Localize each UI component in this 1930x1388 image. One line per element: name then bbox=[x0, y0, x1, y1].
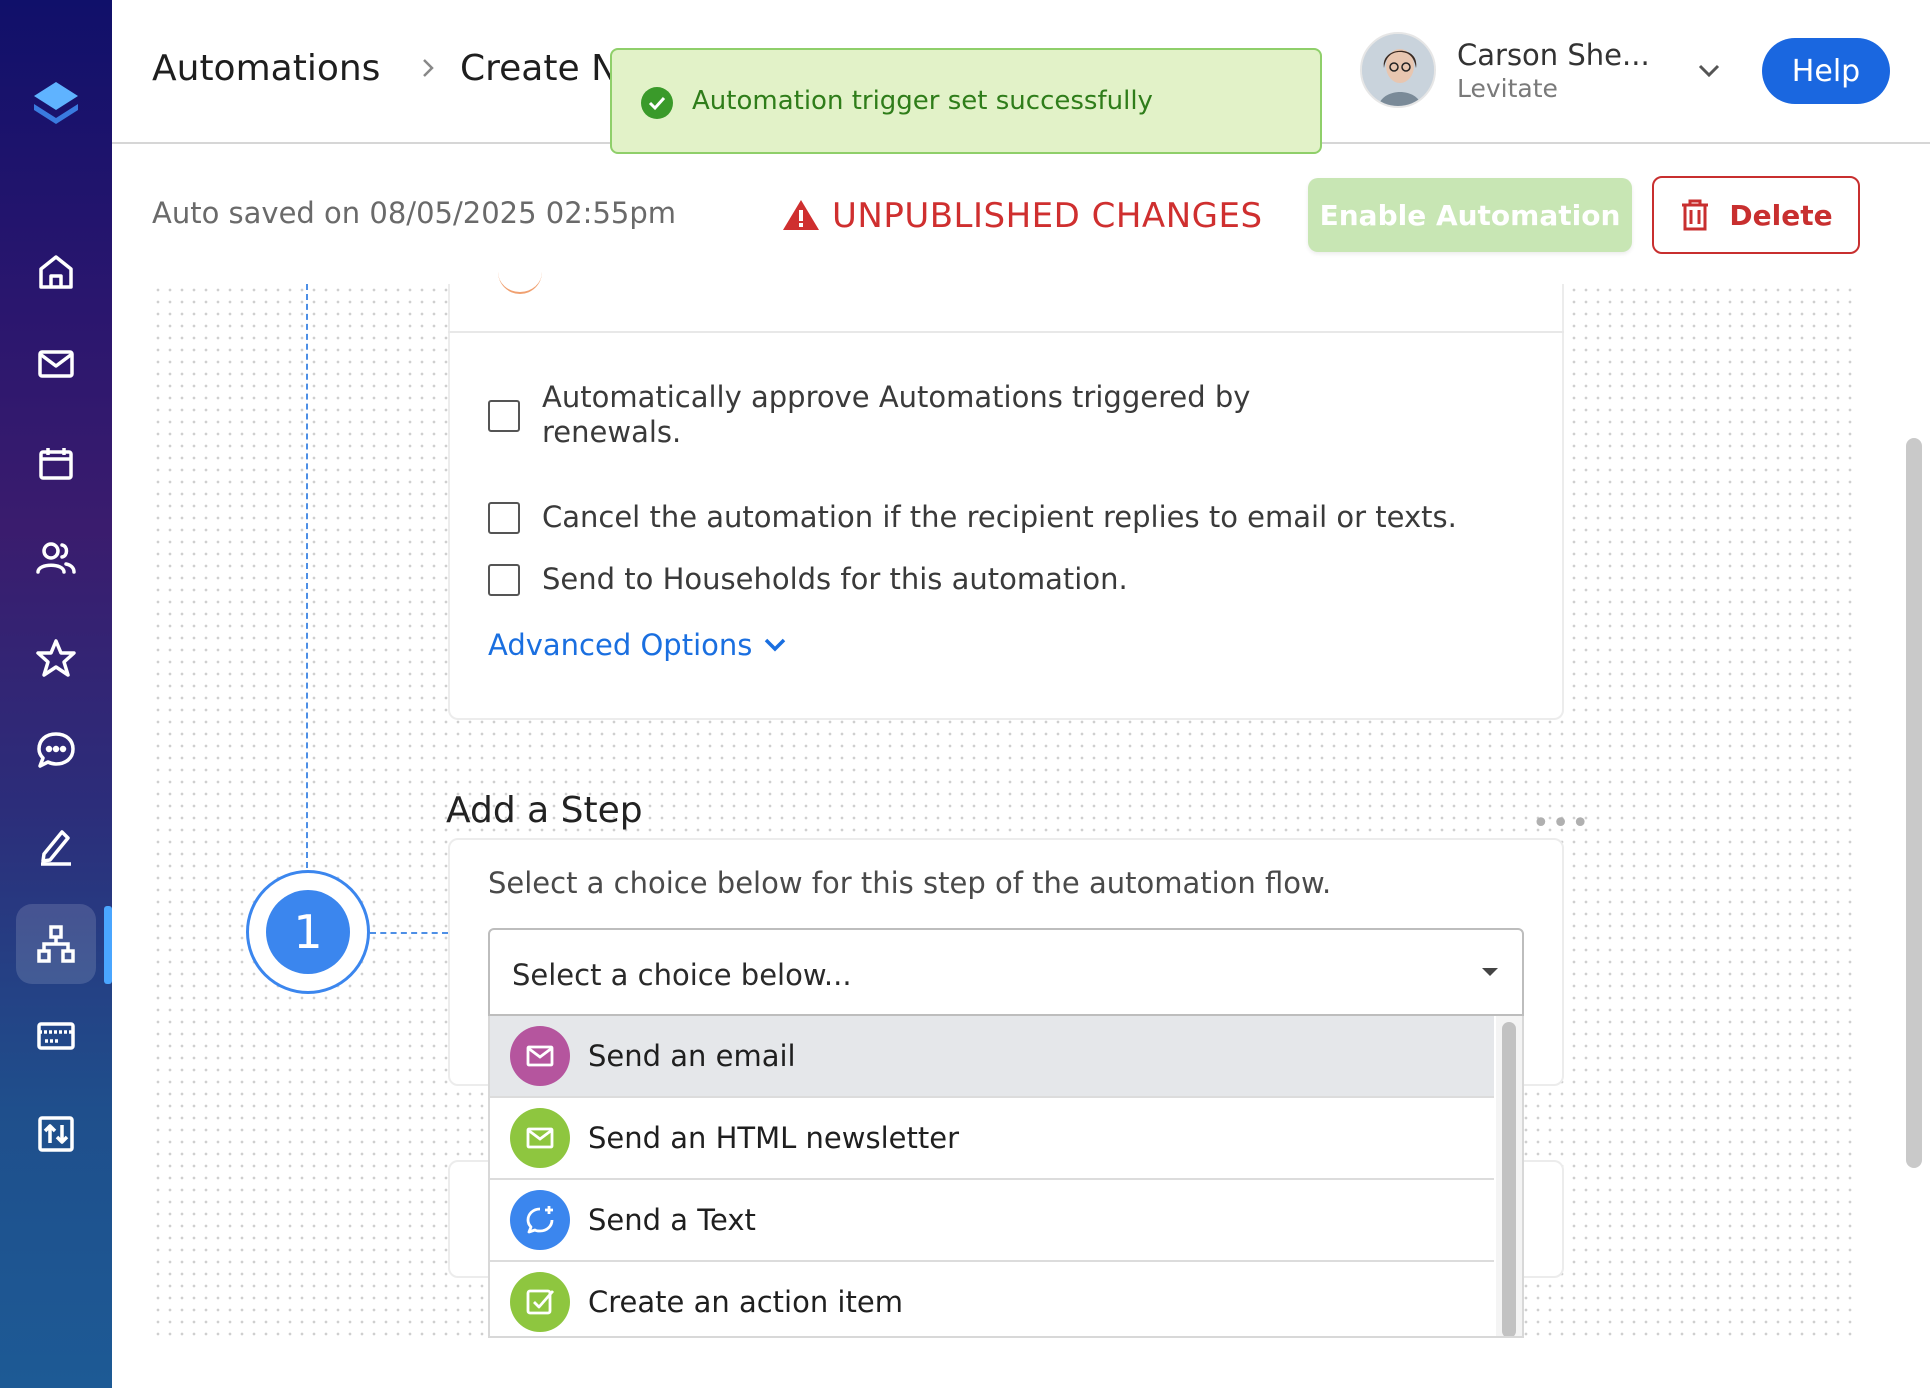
advanced-options-toggle[interactable]: Advanced Options bbox=[488, 628, 788, 662]
contacts-icon[interactable] bbox=[16, 518, 96, 598]
user-organization: Levitate bbox=[1457, 74, 1558, 103]
enable-automation-button[interactable]: Enable Automation bbox=[1308, 178, 1632, 252]
step-choice-dropdown: Send an email Send an HTML newsletter Se… bbox=[488, 1016, 1524, 1338]
warning-icon bbox=[783, 200, 819, 230]
chevron-right-icon bbox=[423, 59, 434, 77]
app-root: Automations Create N Carson She... Levit… bbox=[0, 0, 1930, 1388]
auto-approve-label: Automatically approve Automations trigge… bbox=[542, 380, 1251, 449]
send-to-households-checkbox[interactable] bbox=[488, 564, 520, 596]
trash-icon bbox=[1682, 199, 1709, 231]
toast-message: Automation trigger set successfully bbox=[692, 86, 1153, 116]
layers-logo-icon[interactable] bbox=[28, 76, 84, 132]
send-to-households-label: Send to Households for this automation. bbox=[542, 562, 1128, 596]
card-divider bbox=[448, 331, 1564, 333]
page-scrollbar[interactable] bbox=[1906, 438, 1922, 1168]
check-circle-icon bbox=[641, 87, 673, 119]
more-options-icon[interactable]: ••• bbox=[1532, 806, 1591, 841]
chat-icon[interactable] bbox=[16, 710, 96, 790]
choice-create-action-item[interactable]: Create an action item bbox=[490, 1262, 1494, 1336]
add-step-title: Add a Step bbox=[446, 790, 643, 831]
help-button[interactable]: Help bbox=[1762, 38, 1890, 104]
edit-icon[interactable] bbox=[16, 806, 96, 886]
user-name[interactable]: Carson She... bbox=[1457, 38, 1650, 72]
success-toast: Automation trigger set successfully bbox=[610, 48, 1322, 154]
delete-label: Delete bbox=[1729, 198, 1833, 232]
caret-down-icon bbox=[1482, 968, 1498, 976]
mail-icon bbox=[510, 1026, 570, 1086]
automations-icon[interactable] bbox=[16, 904, 96, 984]
checkbox-icon bbox=[510, 1272, 570, 1332]
flow-connector-vertical bbox=[306, 284, 308, 868]
chevron-down-icon[interactable] bbox=[1694, 56, 1724, 86]
star-icon[interactable] bbox=[16, 618, 96, 698]
cancel-on-reply-label: Cancel the automation if the recipient r… bbox=[542, 500, 1457, 534]
mail-icon bbox=[510, 1108, 570, 1168]
unpublished-status: UNPUBLISHED CHANGES bbox=[832, 196, 1263, 236]
choice-send-newsletter[interactable]: Send an HTML newsletter bbox=[490, 1098, 1494, 1180]
breadcrumb-automations[interactable]: Automations bbox=[152, 48, 380, 89]
import-export-icon[interactable] bbox=[16, 1094, 96, 1174]
choice-send-email[interactable]: Send an email bbox=[490, 1016, 1494, 1098]
step-choice-select[interactable]: Select a choice below... bbox=[488, 928, 1524, 1016]
home-icon[interactable] bbox=[16, 232, 96, 312]
calendar-icon[interactable] bbox=[16, 424, 96, 504]
autosave-status: Auto saved on 08/05/2025 02:55pm bbox=[152, 196, 676, 230]
auto-approve-checkbox[interactable] bbox=[488, 400, 520, 432]
choice-label: Send an HTML newsletter bbox=[588, 1121, 959, 1155]
choice-send-text[interactable]: Send a Text bbox=[490, 1180, 1494, 1262]
flow-connector-horizontal bbox=[370, 932, 448, 934]
mail-icon[interactable] bbox=[16, 324, 96, 404]
step-number[interactable]: 1 bbox=[266, 890, 350, 974]
step-description: Select a choice below for this step of t… bbox=[488, 866, 1332, 900]
avatar[interactable] bbox=[1360, 32, 1436, 108]
active-nav-indicator bbox=[104, 906, 112, 984]
chevron-down-icon bbox=[765, 638, 786, 652]
sidebar bbox=[0, 0, 112, 1388]
cancel-on-reply-checkbox[interactable] bbox=[488, 502, 520, 534]
choice-label: Create an action item bbox=[588, 1285, 903, 1319]
choice-label: Send a Text bbox=[588, 1203, 756, 1237]
select-placeholder: Select a choice below... bbox=[512, 958, 852, 992]
breadcrumb-current: Create N bbox=[460, 48, 618, 89]
chat-plus-icon bbox=[510, 1190, 570, 1250]
advanced-options-label: Advanced Options bbox=[488, 628, 753, 662]
choice-label: Send an email bbox=[588, 1039, 796, 1073]
delete-button[interactable]: Delete bbox=[1652, 176, 1860, 254]
billing-card-icon[interactable] bbox=[16, 996, 96, 1076]
dropdown-scrollbar[interactable] bbox=[1502, 1022, 1516, 1336]
